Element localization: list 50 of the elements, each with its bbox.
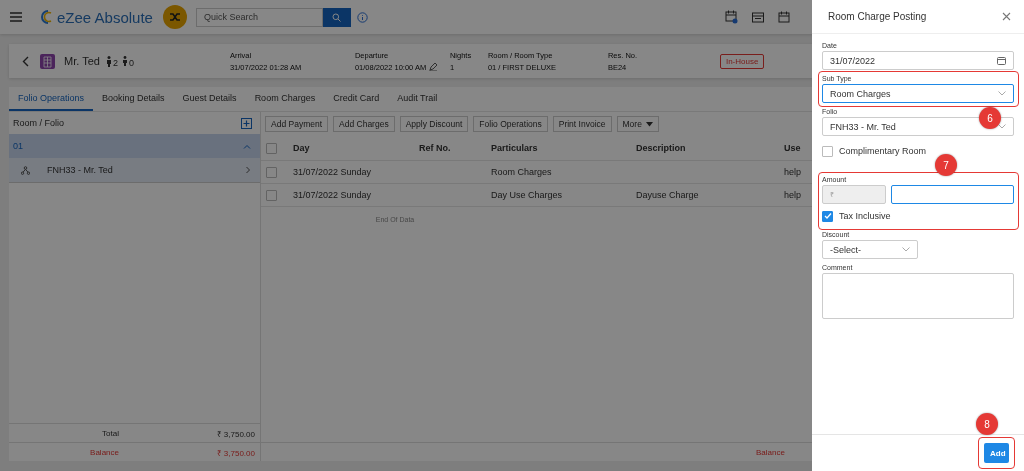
table-cell-text: Day Use Charges [490, 190, 564, 200]
balance-label: Balance [756, 447, 785, 457]
table-cell-text: Dayuse Charge [635, 190, 700, 200]
app-logo: eZee Absolute [57, 8, 153, 26]
total-value: ₹ 3,750.00 [215, 428, 255, 439]
column-header: Day [292, 143, 311, 153]
folio-row[interactable]: FNH33 - Mr. Ted [9, 158, 260, 183]
column-header: Description [635, 143, 687, 153]
total-value: ₹ 3,750.00 [215, 447, 255, 458]
tab[interactable]: Folio Operations [9, 87, 94, 111]
toolbar-button[interactable]: Apply Discount [399, 116, 469, 132]
add-button[interactable]: Add [984, 443, 1009, 463]
checkbox-label: Complimentary Room [839, 146, 927, 156]
total-label: Total [101, 428, 119, 438]
table-cell-text: help [783, 167, 802, 177]
guest-name: Mr. Ted [64, 55, 100, 67]
more-dropdown[interactable]: More [616, 116, 659, 132]
column-header: Use [783, 143, 802, 153]
date-field[interactable]: 31/07/2022 [822, 51, 1014, 70]
select-field[interactable]: Room Charges [822, 84, 1014, 103]
room-row[interactable]: 01 [9, 134, 260, 158]
step-badge: 7 [935, 154, 957, 176]
folio-name: FNH33 - Mr. Ted [47, 165, 114, 175]
child-count: 0 [128, 57, 134, 68]
select-field[interactable]: -Select- [822, 240, 918, 259]
table-cell-text: 31/07/2022 Sunday [292, 167, 373, 177]
column-header: Ref No. [418, 143, 452, 153]
tab[interactable]: Audit Trail [388, 87, 447, 111]
adult-count: 2 [112, 57, 118, 68]
drawer-title: Room Charge Posting [828, 11, 927, 22]
step-badge: 6 [979, 107, 1001, 129]
tab[interactable]: Room Charges [245, 87, 325, 111]
tab[interactable]: Guest Details [173, 87, 246, 111]
search-field[interactable]: Quick Search [195, 7, 323, 27]
panel-title: Room / Folio [13, 118, 65, 128]
tab[interactable]: Booking Details [93, 87, 174, 111]
column-header: Particulars [490, 143, 539, 153]
room-number: 01 [13, 141, 23, 151]
table-cell-text: help [783, 190, 802, 200]
step-badge: 8 [976, 413, 998, 435]
checkbox-label: Tax Inclusive [839, 211, 891, 221]
total-label: Balance [89, 447, 119, 457]
toolbar-button[interactable]: Print Invoice [552, 116, 612, 132]
toolbar-button[interactable]: Add Payment [265, 116, 329, 132]
table-cell-text: 31/07/2022 Sunday [292, 190, 373, 200]
tab[interactable]: Credit Card [324, 87, 389, 111]
table-cell-text: Room Charges [490, 167, 553, 177]
status-badge: In-House [719, 53, 765, 69]
toolbar-button[interactable]: Folio Operations [473, 116, 548, 132]
toolbar-button[interactable]: Add Charges [333, 116, 395, 132]
